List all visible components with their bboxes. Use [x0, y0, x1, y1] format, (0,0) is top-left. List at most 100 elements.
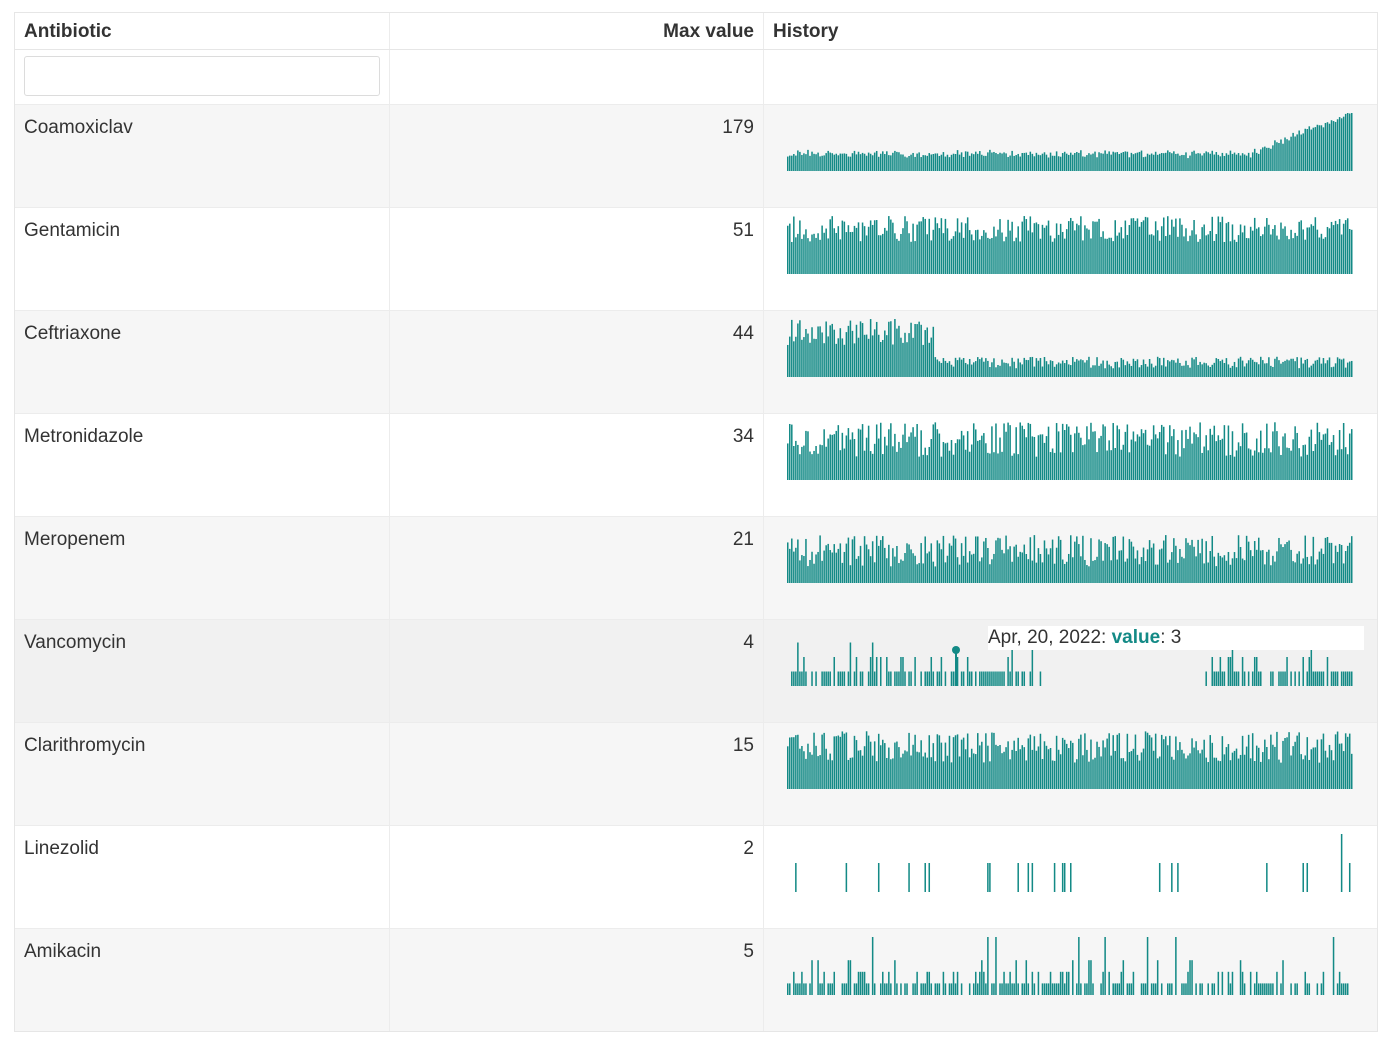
sparkline-bar	[1086, 426, 1088, 480]
sparkline-bar	[1023, 983, 1026, 995]
sparkline-bar	[1090, 538, 1092, 583]
history-cell[interactable]	[764, 723, 1377, 825]
sparkline-bar	[1053, 563, 1056, 583]
sparkline-bar	[831, 760, 833, 789]
sparkline-bar	[985, 443, 987, 480]
history-cell[interactable]	[764, 311, 1377, 413]
history-sparkline[interactable]	[764, 311, 1376, 413]
sparkline-bar	[1274, 358, 1276, 377]
table-row[interactable]: Meropenem 21	[15, 516, 1377, 619]
sparkline-bar	[1316, 359, 1319, 377]
sparkline-bar	[1118, 154, 1121, 171]
sparkline-bar	[1280, 222, 1282, 274]
history-cell[interactable]: Apr, 20, 2022: value: 3	[764, 620, 1377, 722]
sparkline-bar	[803, 153, 805, 171]
sparkline-bar	[890, 155, 892, 171]
sparkline-bar	[1070, 365, 1072, 377]
sparkline-bar	[1027, 738, 1030, 789]
sparkline-bar	[1162, 153, 1165, 171]
sparkline-bar	[930, 543, 933, 583]
sparkline-bar	[920, 983, 922, 995]
sparkline-bar	[1225, 747, 1228, 789]
sparkline-bar	[995, 236, 997, 274]
sparkline-bar	[1318, 357, 1321, 377]
sparkline-bar	[1209, 735, 1211, 789]
sparkline-bar	[898, 240, 900, 274]
sparkline-bar	[871, 224, 874, 274]
history-cell[interactable]	[764, 414, 1377, 516]
table-row[interactable]: Vancomycin 4 Apr, 20, 2022: value: 3	[15, 619, 1377, 722]
table-row[interactable]: Ceftriaxone 44	[15, 310, 1377, 413]
sparkline-bar	[791, 241, 793, 274]
sparkline-bar	[815, 237, 817, 274]
history-sparkline[interactable]	[764, 929, 1376, 1031]
sparkline-bar	[1280, 544, 1282, 583]
sparkline-bar	[1189, 155, 1191, 171]
sparkline-bar	[948, 735, 951, 789]
sparkline-bar	[991, 559, 993, 583]
table-row[interactable]: Coamoxiclav 179	[15, 104, 1377, 207]
history-sparkline[interactable]	[764, 517, 1376, 619]
sparkline-bar	[1247, 541, 1250, 583]
sparkline-bar	[902, 753, 904, 789]
sparkline-bar	[1310, 556, 1313, 583]
sparkline-bar	[1027, 422, 1030, 480]
sparkline-bar	[974, 429, 977, 480]
sparkline-bar	[1037, 360, 1040, 377]
sparkline-bar	[1332, 435, 1335, 480]
sparkline-bar	[855, 324, 858, 377]
sparkline-bar	[1136, 550, 1139, 583]
history-cell[interactable]	[764, 929, 1377, 1031]
sparkline-bar	[956, 657, 959, 686]
sparkline-bar	[1001, 549, 1003, 583]
sparkline-bar	[1146, 937, 1149, 995]
column-header-antibiotic[interactable]: Antibiotic	[15, 13, 390, 49]
history-sparkline[interactable]	[764, 826, 1376, 928]
table-row[interactable]: Amikacin 5	[15, 928, 1377, 1031]
sparkline-bar	[1332, 760, 1335, 789]
sparkline-bar	[997, 537, 999, 583]
sparkline-bar	[1251, 733, 1254, 789]
sparkline-bar	[1314, 217, 1317, 274]
table-row[interactable]: Gentamicin 51	[15, 207, 1377, 310]
tooltip-date: Apr, 20, 2022:	[988, 627, 1112, 648]
sparkline-bar	[1183, 983, 1185, 995]
column-header-history[interactable]: History	[764, 13, 1377, 49]
sparkline-bar	[811, 454, 813, 480]
sparkline-bar	[821, 983, 823, 995]
table-row[interactable]: Metronidazole 34	[15, 413, 1377, 516]
sparkline-bar	[1211, 535, 1214, 583]
sparkline-bar	[1199, 361, 1201, 377]
sparkline-bar	[890, 983, 892, 995]
table-row[interactable]: Clarithromycin 15	[15, 722, 1377, 825]
history-sparkline[interactable]	[764, 208, 1376, 310]
sparkline-bar	[1140, 983, 1143, 995]
sparkline-bar	[841, 671, 844, 686]
sparkline-bar	[1326, 428, 1329, 480]
sparkline-bar	[1055, 735, 1058, 789]
sparkline-bar	[803, 556, 805, 583]
antibiotic-filter-input[interactable]	[24, 56, 380, 96]
history-cell[interactable]	[764, 826, 1377, 928]
sparkline-bar	[1280, 363, 1282, 377]
sparkline-bar	[1245, 746, 1248, 789]
sparkline-bar	[825, 748, 827, 789]
history-cell[interactable]	[764, 105, 1377, 207]
sparkline-bar	[1057, 536, 1060, 583]
sparkline-bar	[791, 671, 793, 686]
history-sparkline[interactable]	[764, 414, 1376, 516]
table-row[interactable]: Linezolid 2	[15, 825, 1377, 928]
sparkline-bar	[894, 556, 896, 583]
sparkline-bar	[1260, 550, 1262, 583]
history-cell[interactable]	[764, 208, 1377, 310]
sparkline-bar	[1086, 983, 1088, 995]
history-sparkline[interactable]	[764, 723, 1376, 825]
history-cell[interactable]	[764, 517, 1377, 619]
sparkline-bar	[1189, 545, 1191, 583]
column-header-max-value[interactable]: Max value	[390, 13, 764, 49]
sparkline-bar	[831, 552, 833, 583]
sparkline-bar	[958, 154, 961, 171]
history-sparkline[interactable]	[764, 105, 1376, 207]
sparkline-bar	[859, 154, 862, 171]
max-value: 34	[390, 414, 764, 516]
